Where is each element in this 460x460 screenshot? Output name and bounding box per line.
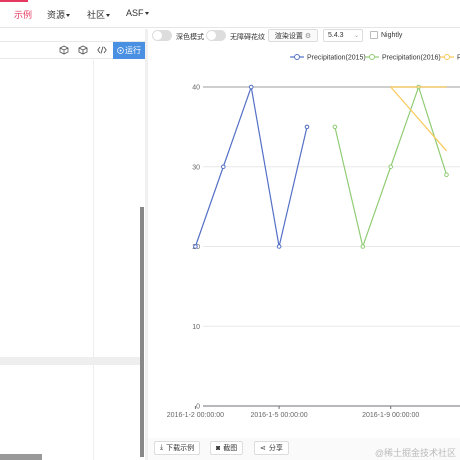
code-editor-panel: 运行: [0, 29, 148, 460]
editor-toolbar: 运行: [0, 41, 145, 59]
data-point: [248, 84, 254, 90]
screenshot-button[interactable]: ◙ 截图: [210, 441, 244, 455]
editor-scrollbar[interactable]: [140, 207, 144, 457]
editor-horizontal-divider: [0, 357, 140, 365]
legend-label: Precipitation(2015): [307, 55, 366, 62]
caret-down-icon: [144, 12, 149, 16]
render-settings-button[interactable]: 渲染设置 ⚙: [268, 29, 318, 42]
decal-toggle[interactable]: [206, 30, 226, 41]
preview-settings-bar: 深色模式 无障碍花纹 渲染设置 ⚙ 5.4.3 ⌄ Nightly: [148, 29, 460, 43]
y-tick-label: 30: [192, 164, 200, 171]
legend-label: Precipitation(2016): [382, 55, 441, 62]
legend-marker: [294, 54, 300, 60]
y-tick-label: 10: [192, 324, 200, 331]
data-point: [304, 124, 310, 130]
dark-mode-toggle[interactable]: [152, 30, 172, 41]
version-select[interactable]: 5.4.3 ⌄: [323, 29, 363, 42]
line-chart: 0102030402016-1-2 00:00:002016-1-5 00:00…: [167, 54, 460, 419]
play-circle-icon: [117, 47, 124, 54]
data-point: [360, 244, 366, 249]
download-example-button[interactable]: ⤓ 下载示例: [154, 441, 201, 455]
x-tick-label: 2016-1-2 00:00:00: [167, 412, 224, 419]
share-button[interactable]: ⋖ 分享: [254, 441, 289, 455]
data-point: [444, 172, 449, 178]
caret-down-icon: [66, 14, 71, 18]
nightly-label: Nightly: [381, 32, 403, 39]
render-settings-label: 渲染设置: [274, 32, 303, 40]
caret-down-icon: [106, 14, 111, 18]
gear-icon: ⚙: [304, 32, 312, 40]
y-tick-label: 0: [196, 404, 200, 411]
share-icon: ⋖: [260, 445, 266, 452]
top-nav: 示例 资源 社区 ASF: [0, 0, 460, 28]
run-button-label: 运行: [125, 46, 141, 55]
share-label: 分享: [268, 445, 283, 452]
editor-horizontal-scrollbar[interactable]: [0, 454, 42, 460]
editor-gutter-divider: [93, 60, 94, 460]
y-tick-label: 40: [192, 85, 200, 92]
download-icon: ⤓: [160, 444, 164, 451]
dark-mode-label: 深色模式: [176, 34, 204, 41]
preview-footer: ⤓ 下载示例 ◙ 截图 ⋖ 分享 @稀土掘金技术社区: [148, 438, 460, 460]
decal-label: 无障碍花纹: [230, 34, 265, 41]
nav-item-community[interactable]: 社区: [87, 8, 111, 21]
code-icon[interactable]: [96, 44, 108, 56]
nav-item-asf[interactable]: ASF: [126, 8, 149, 18]
nav-item-resources[interactable]: 资源: [47, 8, 71, 21]
x-tick-label: 2016-1-9 00:00:00: [362, 412, 419, 419]
camera-icon: ◙: [216, 444, 221, 452]
panel-splitter[interactable]: [145, 29, 148, 460]
nav-active-indicator: [0, 0, 28, 2]
legend-marker: [444, 54, 450, 60]
watermark: @稀土掘金技术社区: [374, 448, 456, 458]
version-value: 5.4.3: [328, 32, 344, 39]
nav-item-examples[interactable]: 示例: [14, 8, 32, 21]
data-point: [388, 164, 393, 170]
data-point: [276, 244, 282, 249]
legend-marker: [369, 54, 375, 60]
data-point: [332, 124, 338, 130]
chart-preview: 0102030402016-1-2 00:00:002016-1-5 00:00…: [150, 45, 460, 435]
box-icon[interactable]: [77, 44, 89, 56]
download-label: 下载示例: [166, 445, 195, 452]
cube-outline-icon[interactable]: [58, 44, 70, 56]
chevron-down-icon: ⌄: [353, 33, 359, 39]
data-point: [221, 164, 226, 170]
x-tick-label: 2016-1-5 00:00:00: [250, 412, 307, 419]
nightly-checkbox[interactable]: [370, 31, 378, 39]
screenshot-label: 截图: [223, 445, 238, 452]
run-button[interactable]: 运行: [113, 42, 145, 59]
data-point: [193, 244, 198, 249]
